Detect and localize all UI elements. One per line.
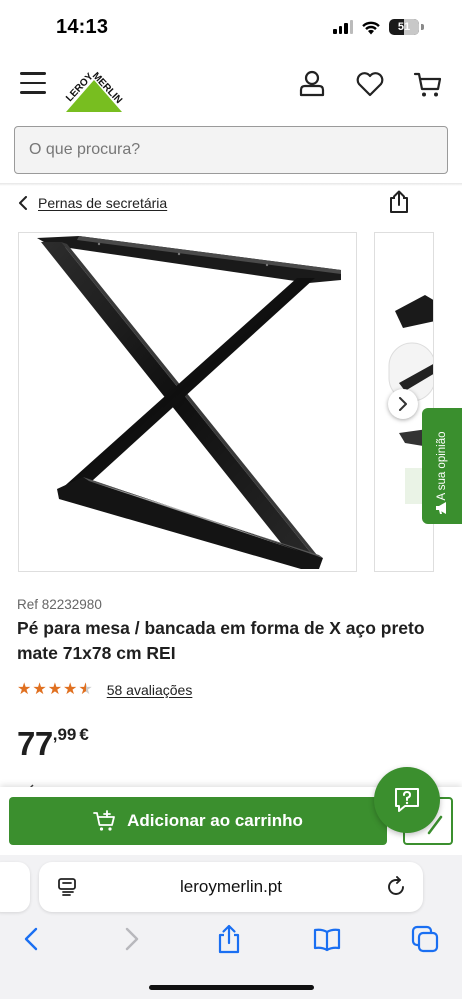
share-sheet-icon[interactable]	[214, 924, 244, 954]
half-star-icon: ★	[78, 681, 93, 698]
status-icons: 51	[333, 18, 424, 36]
wifi-icon	[362, 21, 380, 34]
cart-plus-icon	[93, 810, 116, 831]
signal-icon	[333, 20, 353, 34]
leroy-merlin-logo[interactable]: LEROY MERLIN	[58, 62, 130, 118]
rating-stars: ★ ★ ★ ★ ★	[17, 682, 93, 698]
price-currency: €	[79, 725, 89, 744]
star-icon: ★	[47, 681, 63, 698]
price-integer: 77	[17, 725, 53, 762]
megaphone-icon	[436, 502, 446, 514]
gallery-next-button[interactable]	[388, 389, 418, 419]
x-table-leg-image	[37, 236, 341, 569]
breadcrumb[interactable]: Pernas de secretária	[18, 192, 167, 214]
product-title: Pé para mesa / bancada em forma de X aço…	[17, 618, 425, 663]
star-icon: ★	[32, 681, 47, 698]
help-chat-icon	[395, 788, 419, 812]
help-chat-button[interactable]	[374, 767, 440, 833]
price-decimals: ,99	[52, 725, 77, 744]
forward-icon[interactable]	[116, 924, 146, 954]
previous-tab-peek[interactable]	[0, 862, 30, 912]
address-bar[interactable]: leroymerlin.pt	[39, 862, 423, 912]
account-icon[interactable]	[296, 68, 328, 100]
status-bar: 14:13 51	[0, 0, 462, 52]
breadcrumb-label[interactable]: Pernas de secretária	[38, 195, 167, 211]
chevron-right-icon	[399, 397, 407, 411]
add-to-cart-button[interactable]: Adicionar ao carrinho	[9, 797, 387, 845]
battery-icon: 51	[389, 19, 419, 35]
cart-icon[interactable]	[412, 68, 444, 100]
header-divider	[0, 183, 462, 186]
star-icon: ★	[63, 681, 78, 698]
chevron-left-icon	[19, 196, 27, 210]
search-box[interactable]	[14, 126, 448, 174]
home-indicator	[149, 985, 314, 990]
product-price: 77 ,99 €	[17, 722, 89, 766]
battery-tip	[421, 24, 424, 30]
bookmarks-icon[interactable]	[312, 924, 342, 954]
heart-icon[interactable]	[354, 68, 386, 100]
search-input[interactable]	[29, 141, 433, 159]
back-icon[interactable]	[17, 924, 47, 954]
product-image-main[interactable]	[18, 232, 357, 572]
product-rating: ★ ★ ★ ★ ★ 58 avaliações	[17, 680, 192, 700]
share-icon[interactable]	[388, 190, 410, 214]
star-icon: ★	[17, 681, 32, 698]
reviews-link[interactable]: 58 avaliações	[107, 682, 193, 698]
reload-icon[interactable]	[385, 876, 407, 898]
feedback-label: A sua opinião	[436, 431, 448, 501]
tabs-icon[interactable]	[410, 924, 440, 954]
add-to-cart-label: Adicionar ao carrinho	[127, 811, 303, 830]
url-text: leroymerlin.pt	[179, 877, 283, 896]
status-time: 14:13	[56, 16, 109, 38]
battery-level: 51	[397, 21, 411, 33]
feedback-tab[interactable]: A sua opinião	[422, 408, 462, 524]
site-header: LEROY MERLIN	[0, 52, 462, 122]
menu-icon[interactable]	[20, 72, 46, 94]
product-ref: Ref 82232980	[17, 597, 102, 612]
